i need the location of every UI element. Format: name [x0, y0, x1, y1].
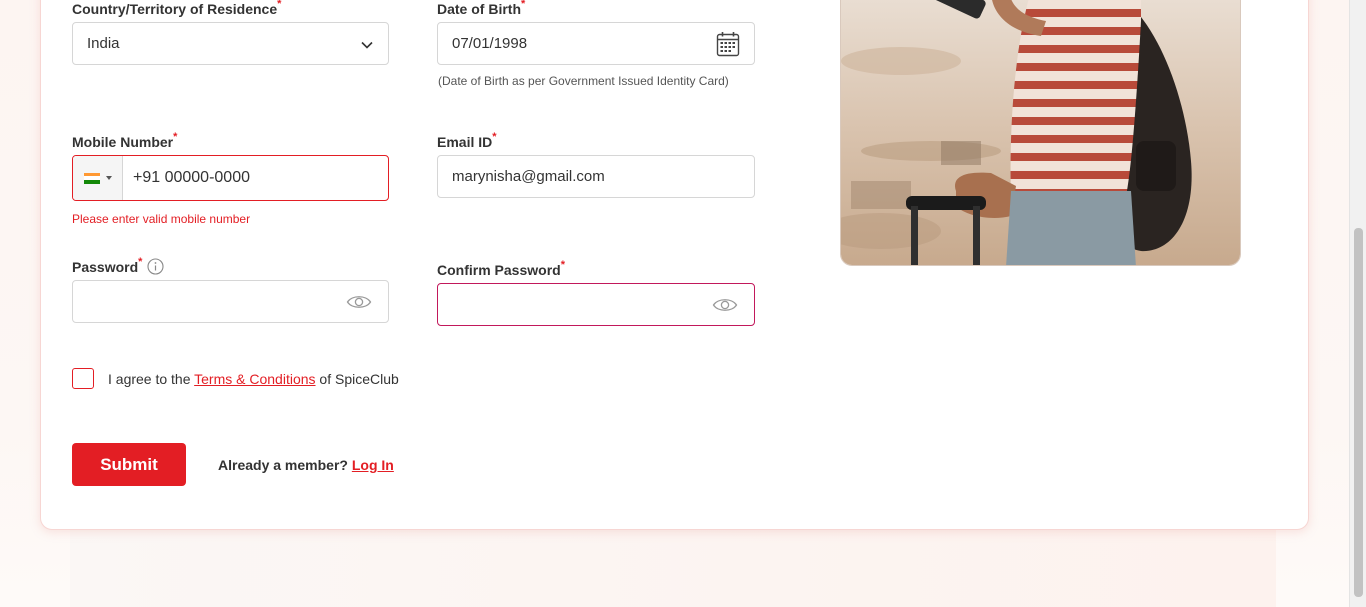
- dob-input[interactable]: 07/01/1998: [437, 22, 755, 65]
- confirm-password-label: Confirm Password*: [437, 259, 565, 278]
- info-icon[interactable]: [147, 258, 164, 275]
- traveler-photo: [840, 0, 1241, 266]
- mobile-input[interactable]: +91 00000-0000: [72, 155, 389, 201]
- dob-label: Date of Birth*: [437, 0, 526, 17]
- background-band: [70, 530, 1276, 607]
- password-label: Password*: [72, 256, 143, 275]
- email-value: marynisha@gmail.com: [452, 168, 605, 185]
- eye-icon[interactable]: [712, 296, 738, 314]
- terms-link[interactable]: Terms & Conditions: [194, 371, 315, 387]
- chevron-down-icon: [361, 41, 373, 49]
- country-value: India: [87, 35, 120, 52]
- india-flag-icon: [83, 172, 100, 184]
- eye-icon[interactable]: [346, 293, 372, 311]
- password-input[interactable]: [72, 280, 389, 323]
- submit-button[interactable]: Submit: [72, 443, 186, 486]
- dob-hint: (Date of Birth as per Government Issued …: [438, 74, 729, 88]
- country-code-selector[interactable]: [73, 156, 123, 200]
- caret-down-icon: [105, 176, 112, 180]
- scrollbar[interactable]: [1349, 0, 1366, 607]
- terms-checkbox[interactable]: [72, 368, 94, 389]
- dob-value: 07/01/1998: [452, 35, 528, 52]
- confirm-password-input[interactable]: [437, 283, 755, 326]
- email-input[interactable]: marynisha@gmail.com: [437, 155, 755, 198]
- email-label: Email ID*: [437, 131, 497, 150]
- login-link[interactable]: Log In: [352, 457, 394, 473]
- page: Country/Territory of Residence* India Da…: [0, 0, 1366, 607]
- already-member-text: Already a member? Log In: [218, 457, 394, 473]
- terms-text: I agree to the Terms & Conditions of Spi…: [108, 371, 399, 387]
- mobile-label: Mobile Number*: [72, 131, 178, 150]
- country-select[interactable]: India: [72, 22, 389, 65]
- calendar-icon[interactable]: [716, 31, 740, 57]
- scrollbar-thumb[interactable]: [1354, 228, 1363, 597]
- mobile-error: Please enter valid mobile number: [72, 212, 251, 226]
- mobile-value: +91 00000-0000: [133, 169, 250, 186]
- traveler-illustration: [841, 0, 1240, 265]
- country-label: Country/Territory of Residence*: [72, 0, 282, 17]
